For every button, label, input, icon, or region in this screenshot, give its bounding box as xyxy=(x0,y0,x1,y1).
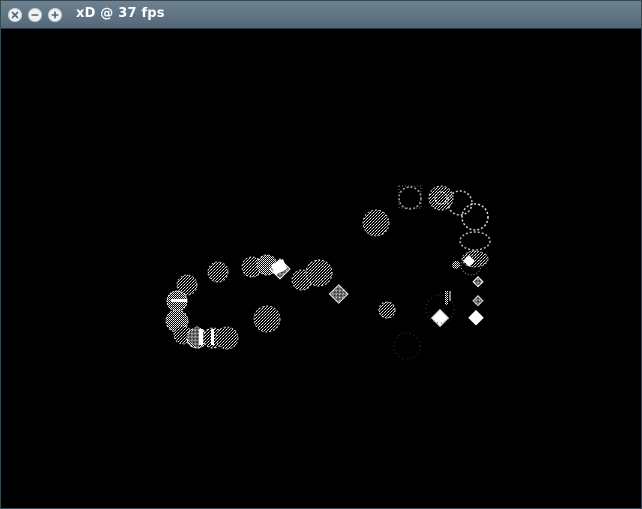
minimize-button[interactable] xyxy=(28,8,42,22)
particle xyxy=(215,326,239,350)
particle xyxy=(305,259,333,287)
render-canvas[interactable] xyxy=(1,29,641,508)
particle xyxy=(452,261,460,269)
particle xyxy=(430,308,450,328)
particle-cluster-middle xyxy=(241,254,349,333)
particle xyxy=(472,276,484,288)
particle xyxy=(199,329,203,345)
minimize-icon xyxy=(31,14,39,16)
particle xyxy=(428,185,454,211)
particle xyxy=(398,185,422,209)
particle xyxy=(328,284,349,304)
particle xyxy=(459,231,491,251)
particle xyxy=(171,299,187,302)
particle xyxy=(207,261,229,283)
maximize-icon xyxy=(51,11,59,19)
particle xyxy=(461,203,489,231)
particle xyxy=(449,291,451,301)
particle xyxy=(472,295,484,307)
particle xyxy=(398,186,422,210)
close-button[interactable] xyxy=(8,8,22,22)
particle xyxy=(393,332,421,360)
particle xyxy=(253,305,281,333)
window-title: xD @ 37 fps xyxy=(76,6,165,21)
title-bar[interactable]: xD @ 37 fps xyxy=(1,1,641,29)
particle xyxy=(211,329,214,345)
particle xyxy=(445,291,448,305)
particle xyxy=(362,209,390,237)
particle-scene xyxy=(165,185,491,360)
app-window: xD @ 37 fps xyxy=(0,0,642,509)
maximize-button[interactable] xyxy=(48,8,62,22)
particle-cluster-right xyxy=(362,185,491,360)
particle xyxy=(378,301,396,319)
particle-cluster-left xyxy=(165,261,239,350)
close-icon xyxy=(11,11,19,19)
particle xyxy=(468,309,484,326)
